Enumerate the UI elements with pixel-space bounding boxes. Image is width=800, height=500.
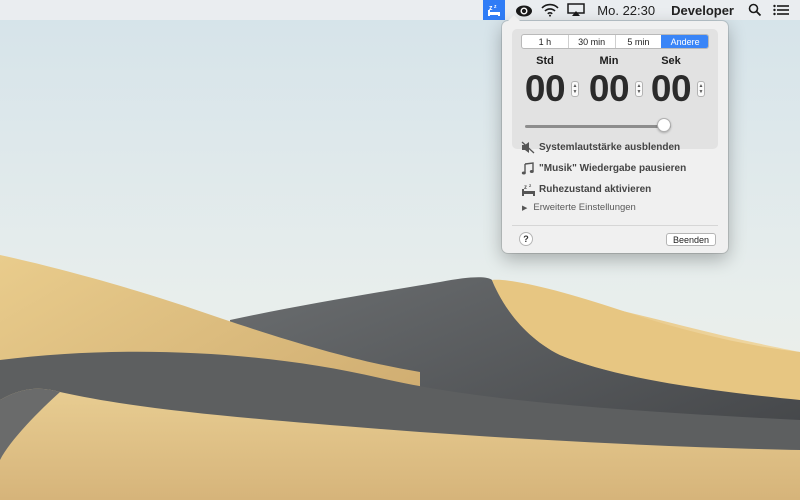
hours-value[interactable]: 00 [520,67,570,111]
bed-sleep-icon: z z [520,182,536,196]
duration-slider-track[interactable] [525,125,671,128]
svg-text:z: z [529,183,532,188]
timer-panel: 1 h 30 min 5 min Andere Std Min Sek 00 ▲… [512,29,718,149]
svg-text:z: z [524,185,527,191]
option-pause-music-label: "Musik" Wiedergabe pausieren [539,162,687,174]
airplay-icon[interactable] [563,0,589,20]
seconds-label: Sek [661,55,681,67]
seconds-value[interactable]: 00 [646,67,696,111]
speaker-muted-icon [520,140,536,154]
help-button[interactable]: ? [519,232,533,246]
hours-stepper[interactable]: ▲ ▼ [571,81,579,97]
option-sleep[interactable]: z z Ruhezustand aktivieren [520,181,651,197]
preset-5min-button[interactable]: 5 min [614,35,662,48]
preset-custom-button[interactable]: Andere [661,35,708,48]
preset-segmented-control: 1 h 30 min 5 min Andere [521,34,709,49]
advanced-settings-disclosure[interactable]: ▶ Erweiterte Einstellungen [522,202,636,213]
duration-slider-knob[interactable] [656,118,671,132]
sleep-timer-icon[interactable]: z z [483,0,506,20]
advanced-settings-label: Erweiterte Einstellungen [533,202,636,213]
option-sleep-label: Ruhezustand aktivieren [539,183,652,195]
minutes-label: Min [599,55,619,67]
svg-text:z: z [494,4,497,10]
option-mute-label: Systemlautstärke ausblenden [539,141,681,153]
preset-1h-button[interactable]: 1 h [522,35,568,48]
menubar-user[interactable]: Developer [663,0,742,20]
menubar-clock[interactable]: Mo. 22:30 [589,0,663,20]
control-center-icon[interactable] [768,0,794,20]
divider [512,225,718,226]
quit-button[interactable]: Beenden [666,233,716,246]
minutes-value[interactable]: 00 [584,67,634,111]
disclosure-triangle-icon: ▶ [522,204,528,212]
search-icon[interactable] [742,0,768,20]
menu-bar: z z Mo. 22:30 Developer [0,0,800,20]
sleep-timer-popover: 1 h 30 min 5 min Andere Std Min Sek 00 ▲… [502,15,728,253]
preset-30min-button[interactable]: 30 min [567,35,615,48]
wifi-icon[interactable] [537,0,563,20]
seconds-stepper[interactable]: ▲ ▼ [697,81,705,97]
minutes-stepper[interactable]: ▲ ▼ [635,81,643,97]
option-pause-music[interactable]: "Musik" Wiedergabe pausieren [520,160,686,176]
option-mute-volume[interactable]: Systemlautstärke ausblenden [520,139,680,155]
music-note-icon [520,161,536,175]
hours-label: Std [536,55,554,67]
